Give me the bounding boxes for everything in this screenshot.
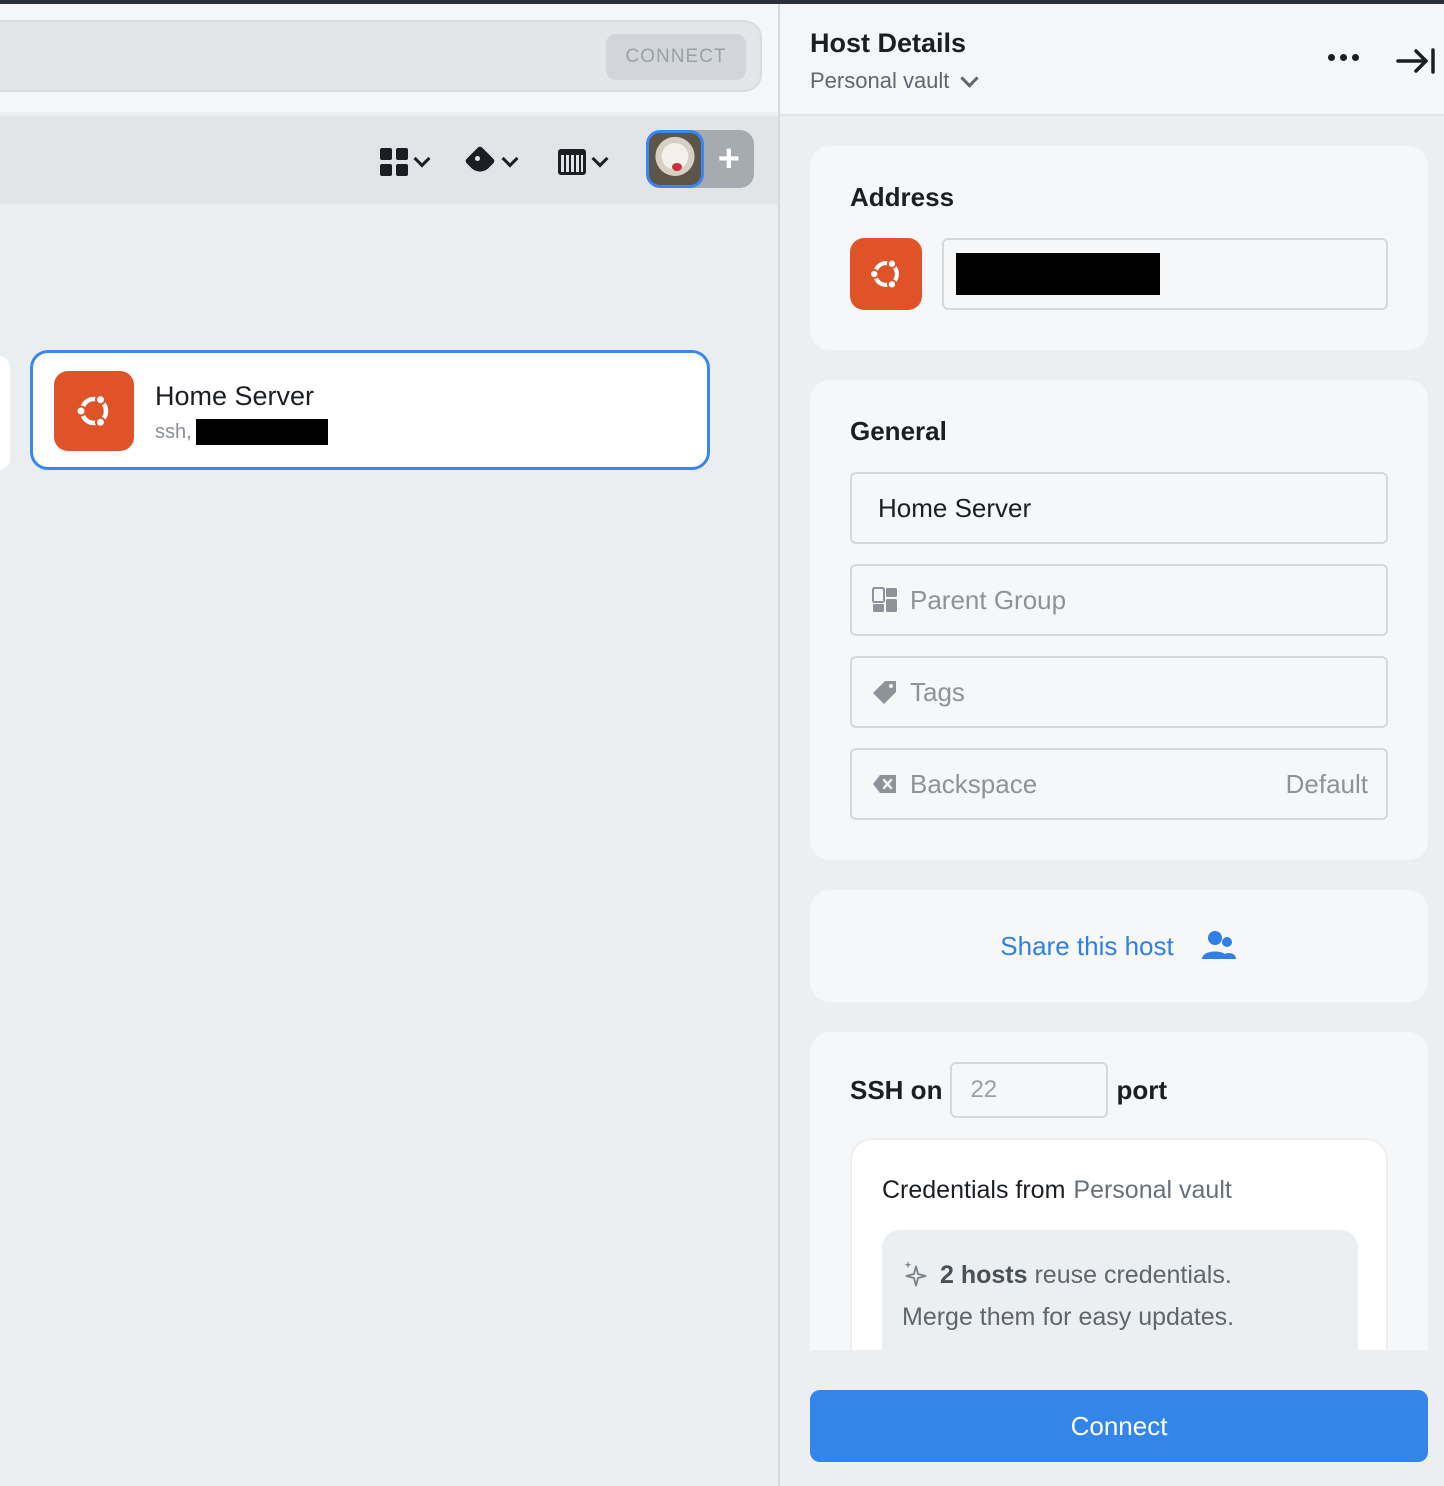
- parent-group-placeholder: Parent Group: [910, 584, 1067, 615]
- redacted-address: [195, 419, 328, 445]
- tags-field[interactable]: Tags: [850, 656, 1388, 728]
- search-strip: CONNECT: [0, 4, 778, 112]
- host-details-panel: Host Details Personal vault Address Gene…: [780, 4, 1444, 1486]
- more-options-icon[interactable]: [1328, 54, 1359, 61]
- backspace-value: Default: [1285, 768, 1368, 799]
- avatar-add-group: +: [646, 130, 754, 188]
- group-icon: [872, 587, 897, 612]
- tag-icon: [873, 681, 896, 704]
- ssh-section: SSH on 22 port Credentials from Personal …: [810, 1032, 1428, 1350]
- parent-group-field[interactable]: Parent Group: [850, 564, 1388, 636]
- host-subtitle: ssh,: [155, 419, 328, 445]
- page-title: Host Details: [810, 28, 967, 58]
- calendar-icon: [558, 149, 586, 175]
- search-bar[interactable]: CONNECT: [0, 20, 762, 92]
- credentials-title: Credentials from Personal vault: [882, 1176, 1232, 1205]
- credentials-label: Credentials from: [882, 1176, 1066, 1204]
- ssh-prefix: SSH on: [850, 1074, 943, 1105]
- chevron-down-icon: [413, 150, 431, 168]
- adjacent-card[interactable]: [0, 356, 10, 470]
- sparkle-icon: [904, 1261, 927, 1287]
- ubuntu-icon[interactable]: [850, 238, 922, 310]
- tag-filter-button[interactable]: [466, 144, 519, 180]
- users-icon: [1201, 931, 1236, 959]
- address-field[interactable]: [942, 238, 1388, 310]
- share-label: Share this host: [1000, 930, 1174, 961]
- connect-button[interactable]: Connect: [810, 1390, 1428, 1462]
- host-name: Home Server: [155, 381, 315, 411]
- ubuntu-icon: [54, 371, 134, 451]
- general-title: General: [850, 416, 947, 446]
- avatar[interactable]: [646, 130, 704, 188]
- hosts-toolbar: +: [0, 116, 778, 204]
- backspace-field[interactable]: Backspace Default: [850, 748, 1388, 820]
- host-card[interactable]: Home Server ssh,: [30, 350, 710, 470]
- merge-credentials-tip: 2 hosts reuse credentials. Merge them fo…: [882, 1230, 1358, 1350]
- collapse-panel-icon[interactable]: [1396, 48, 1436, 74]
- plus-icon: +: [717, 137, 740, 180]
- vault-selector[interactable]: Personal vault: [810, 68, 980, 94]
- tags-placeholder: Tags: [910, 676, 965, 707]
- tip-line-2: Merge them for easy updates.: [902, 1303, 1235, 1331]
- hosts-pane: CONNECT + Home Server ssh,: [0, 4, 778, 1486]
- chevron-down-icon: [501, 150, 519, 168]
- chevron-down-icon: [591, 150, 609, 168]
- share-host-button[interactable]: Share this host: [810, 890, 1428, 1002]
- backspace-label: Backspace: [910, 768, 1038, 799]
- ssh-suffix: port: [1116, 1074, 1167, 1105]
- label-value: Home Server: [878, 492, 1032, 523]
- vault-name: Personal vault: [810, 68, 950, 93]
- grid-icon: [380, 148, 408, 176]
- port-input[interactable]: 22: [950, 1062, 1109, 1118]
- connect-top-button[interactable]: CONNECT: [606, 34, 746, 80]
- chevron-down-icon: [960, 68, 980, 88]
- label-field[interactable]: Home Server: [850, 472, 1388, 544]
- address-section: Address: [810, 146, 1428, 350]
- tip-line-1: 2 hosts reuse credentials.: [902, 1254, 1338, 1296]
- host-protocol: ssh,: [155, 420, 192, 443]
- sort-button[interactable]: [558, 144, 609, 180]
- tag-icon: [466, 147, 496, 177]
- credentials-source[interactable]: Personal vault: [1073, 1176, 1231, 1204]
- layout-toggle-button[interactable]: [380, 144, 431, 180]
- backspace-icon: [873, 775, 896, 793]
- credentials-card: Credentials from Personal vault 2 hosts r…: [850, 1138, 1388, 1350]
- ssh-port-row: SSH on 22 port: [850, 1062, 1167, 1118]
- address-title: Address: [850, 182, 955, 212]
- redacted-address: [956, 253, 1160, 295]
- tip-rest: reuse credentials.: [1034, 1261, 1232, 1289]
- general-section: General Home Server Parent Group Tags Ba…: [810, 380, 1428, 860]
- details-header: Host Details Personal vault: [780, 4, 1444, 116]
- tip-hosts-count: 2 hosts: [940, 1261, 1028, 1289]
